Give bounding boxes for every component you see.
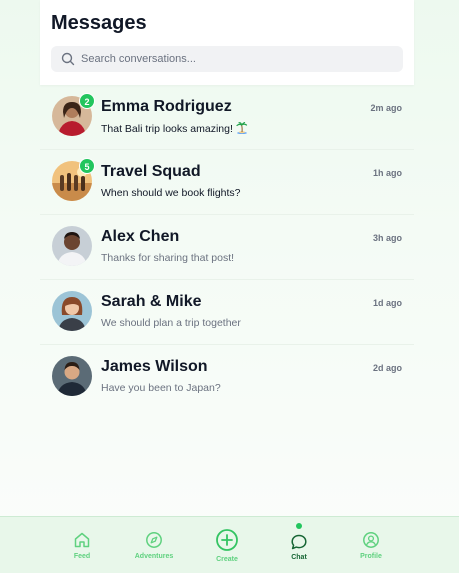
tab-label: Profile bbox=[360, 553, 382, 560]
message-preview: When should we book flights? bbox=[101, 187, 241, 199]
tab-label: Feed bbox=[73, 553, 91, 560]
contact-name: Alex Chen bbox=[101, 228, 180, 245]
tab-label: Create bbox=[216, 556, 238, 563]
header: Messages bbox=[40, 0, 414, 85]
conversation-row-alex-chen[interactable]: Alex Chen 3h ago Thanks for sharing that… bbox=[40, 215, 414, 280]
chat-bubble-icon bbox=[291, 534, 307, 550]
tab-chat[interactable]: Chat bbox=[269, 517, 329, 573]
avatar bbox=[52, 226, 92, 266]
conversation-row-james-wilson[interactable]: James Wilson 2d ago Have you been to Jap… bbox=[40, 345, 414, 410]
message-preview: Thanks for sharing that post! bbox=[101, 252, 235, 264]
search-input[interactable] bbox=[81, 46, 391, 72]
avatar bbox=[52, 356, 92, 396]
plus-circle-icon bbox=[216, 529, 238, 551]
tab-label: Chat bbox=[291, 554, 307, 561]
user-circle-icon bbox=[363, 532, 379, 548]
timestamp: 1h ago bbox=[372, 168, 402, 178]
message-preview-text: That Bali trip looks amazing! bbox=[101, 123, 233, 135]
timestamp: 3h ago bbox=[372, 233, 402, 243]
active-indicator bbox=[296, 523, 302, 529]
compass-icon bbox=[146, 532, 162, 548]
contact-name: Sarah & Mike bbox=[101, 293, 202, 310]
conversation-row-sarah-and-mike[interactable]: Sarah & Mike 1d ago We should plan a tri… bbox=[40, 280, 414, 345]
home-icon bbox=[74, 532, 90, 548]
unread-badge: 5 bbox=[79, 158, 95, 174]
contact-name: Emma Rodriguez bbox=[101, 98, 232, 115]
bottom-tab-bar: Feed Adventures Create Chat Profile bbox=[0, 516, 459, 573]
tab-create[interactable]: Create bbox=[197, 517, 257, 573]
page-title: Messages bbox=[51, 12, 147, 34]
unread-badge: 2 bbox=[79, 93, 95, 109]
conversation-list: 2 Emma Rodriguez 2m ago That Bali trip l… bbox=[40, 85, 414, 410]
message-preview: We should plan a trip together bbox=[101, 317, 241, 329]
search-icon bbox=[61, 52, 75, 66]
conversation-row-emma-rodriguez[interactable]: 2 Emma Rodriguez 2m ago That Bali trip l… bbox=[40, 85, 414, 150]
contact-name: Travel Squad bbox=[101, 163, 201, 180]
message-preview: That Bali trip looks amazing! bbox=[101, 122, 248, 135]
timestamp: 2d ago bbox=[372, 363, 402, 373]
contact-name: James Wilson bbox=[101, 358, 208, 375]
palm-tree-island-icon bbox=[236, 122, 248, 134]
timestamp: 1d ago bbox=[372, 298, 402, 308]
tab-adventures[interactable]: Adventures bbox=[124, 517, 184, 573]
messages-screen: Messages 2 Emma Rodriguez 2m ago T bbox=[40, 0, 414, 573]
tab-label: Adventures bbox=[134, 553, 174, 560]
tab-profile[interactable]: Profile bbox=[341, 517, 401, 573]
timestamp: 2m ago bbox=[370, 103, 402, 113]
conversation-row-travel-squad[interactable]: 5 Travel Squad 1h ago When should we boo… bbox=[40, 150, 414, 215]
message-preview: Have you been to Japan? bbox=[101, 382, 221, 394]
tab-feed[interactable]: Feed bbox=[52, 517, 112, 573]
search-bar[interactable] bbox=[51, 46, 403, 72]
avatar bbox=[52, 291, 92, 331]
